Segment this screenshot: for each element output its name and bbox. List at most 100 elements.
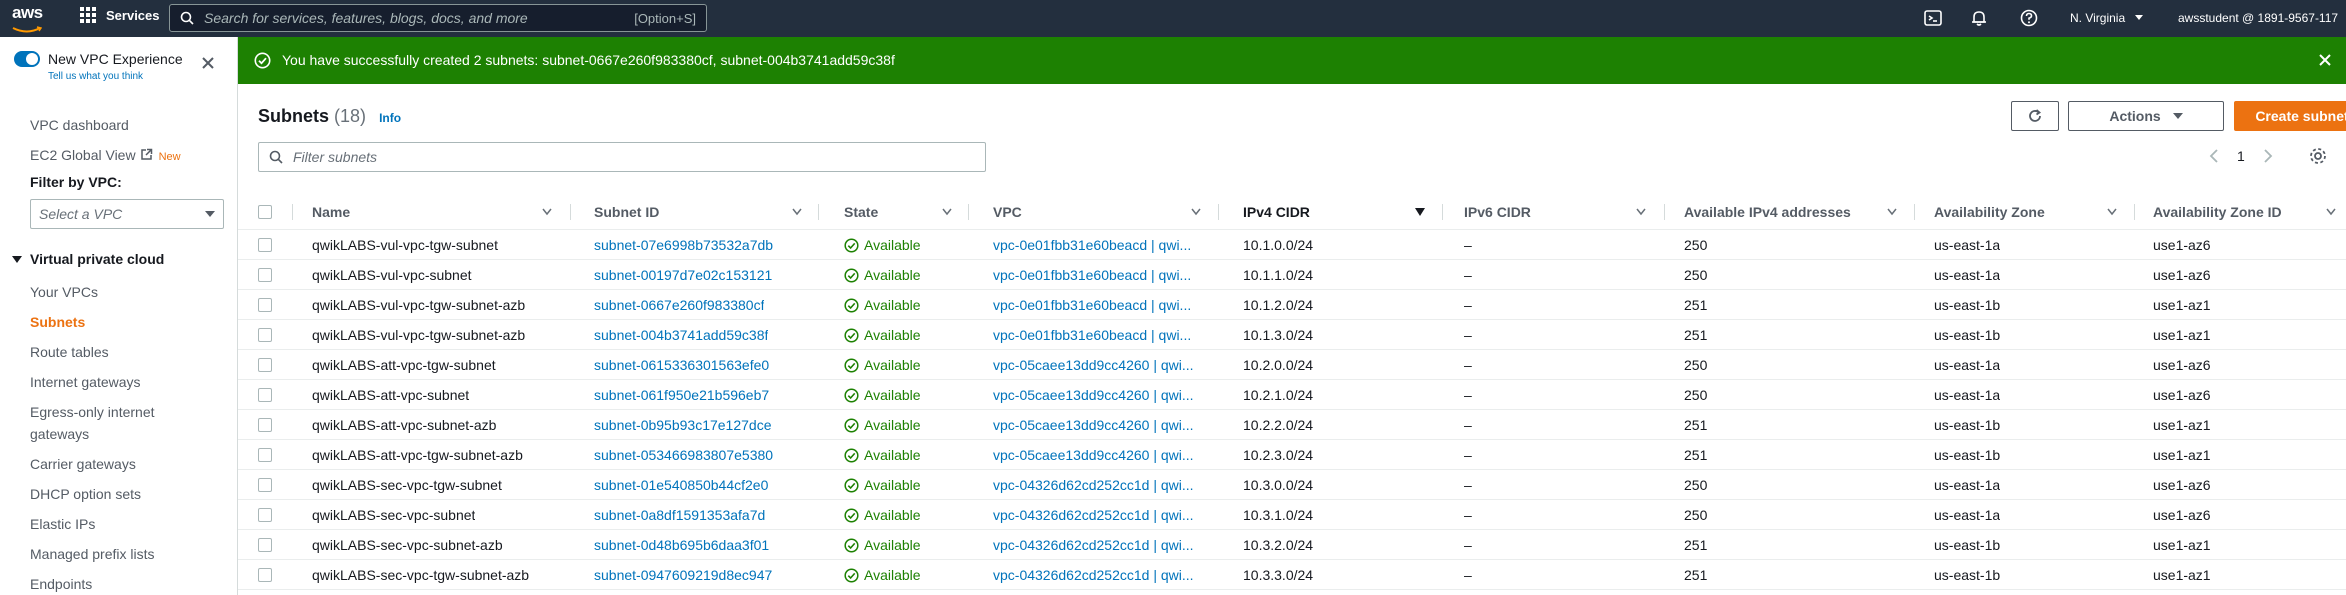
table-row[interactable]: qwikLABS-sec-vpc-subnet subnet-0a8df15913… [238,500,2346,530]
cell-subnet-id[interactable]: subnet-0a8df1591353afa7d [594,500,765,530]
aws-logo[interactable]: aws [12,4,50,33]
cell-vpc[interactable]: vpc-0e01fbb31e60beacd | qwi... [993,320,1208,350]
row-checkbox[interactable] [258,538,272,552]
table-row[interactable]: qwikLABS-vul-vpc-tgw-subnet-azb subnet-06… [238,290,2346,320]
services-menu[interactable]: Services [80,7,160,23]
table-row[interactable]: qwikLABS-att-vpc-tgw-subnet subnet-061533… [238,350,2346,380]
cell-vpc[interactable]: vpc-05caee13dd9cc4260 | qwi... [993,410,1208,440]
info-link[interactable]: Info [379,111,401,125]
cell-vpc[interactable]: vpc-0e01fbb31e60beacd | qwi... [993,290,1208,320]
cell-vpc[interactable]: vpc-04326d62cd252cc1d | qwi... [993,560,1208,590]
table-row[interactable]: qwikLABS-att-vpc-tgw-subnet-azb subnet-05… [238,440,2346,470]
help-icon[interactable] [2019,8,2039,28]
sidebar-item-egress-only-internet-gateways-line2[interactable]: gateways [30,426,89,442]
cell-subnet-id[interactable]: subnet-004b3741add59c38f [594,320,768,350]
sort-icon[interactable] [1636,208,1646,216]
column-header-vpc[interactable]: VPC [993,194,1022,230]
table-row[interactable]: qwikLABS-vul-vpc-tgw-subnet-azb subnet-00… [238,320,2346,350]
cell-vpc[interactable]: vpc-0e01fbb31e60beacd | qwi... [993,230,1208,260]
select-all-checkbox[interactable] [258,205,272,219]
column-header-subnet-id[interactable]: Subnet ID [594,194,659,230]
row-checkbox[interactable] [258,238,272,252]
row-checkbox[interactable] [258,328,272,342]
sidebar-item-carrier-gateways[interactable]: Carrier gateways [30,456,136,472]
sort-icon[interactable] [1191,208,1201,216]
sort-icon[interactable] [942,208,952,216]
previous-page-icon[interactable] [2208,148,2220,164]
bell-icon[interactable] [1969,8,1989,28]
row-checkbox[interactable] [258,358,272,372]
cell-subnet-id[interactable]: subnet-0d48b695b6daa3f01 [594,530,769,560]
column-header-state[interactable]: State [844,194,878,230]
cell-subnet-id[interactable]: subnet-0947609219d8ec947 [594,560,772,590]
cloudshell-icon[interactable] [1923,8,1943,28]
create-subnet-button[interactable]: Create subnet [2234,101,2346,131]
row-checkbox[interactable] [258,448,272,462]
cell-vpc[interactable]: vpc-05caee13dd9cc4260 | qwi... [993,350,1208,380]
toggle-switch[interactable] [14,51,40,67]
cell-subnet-id[interactable]: subnet-061f950e21b596eb7 [594,380,769,410]
filter-subnets-input[interactable]: Filter subnets [258,142,986,172]
table-row[interactable]: qwikLABS-att-vpc-subnet-azb subnet-0b95b9… [238,410,2346,440]
sidebar-item-internet-gateways[interactable]: Internet gateways [30,374,141,390]
table-row[interactable]: qwikLABS-sec-vpc-tgw-subnet subnet-01e540… [238,470,2346,500]
sort-icon[interactable] [542,208,552,216]
global-search-input[interactable]: Search for services, features, blogs, do… [169,4,707,32]
cell-vpc[interactable]: vpc-04326d62cd252cc1d | qwi... [993,470,1208,500]
row-checkbox[interactable] [258,268,272,282]
column-header-availability-zone[interactable]: Availability Zone [1934,194,2045,230]
sort-descending-icon[interactable] [1415,208,1425,216]
row-checkbox[interactable] [258,298,272,312]
feedback-link[interactable]: Tell us what you think [48,71,143,82]
column-header-availability-zone-id[interactable]: Availability Zone ID [2153,194,2282,230]
gear-icon[interactable] [2308,146,2328,166]
new-vpc-experience-toggle[interactable]: New VPC Experience [14,51,183,67]
cell-subnet-id[interactable]: subnet-00197d7e02c153121 [594,260,772,290]
table-row[interactable]: qwikLABS-sec-vpc-subnet-azb subnet-0d48b6… [238,530,2346,560]
cell-subnet-id[interactable]: subnet-0b95b93c17e127dce [594,410,772,440]
vpc-filter-select[interactable]: Select a VPC [30,199,224,229]
sidebar-item-vpc-dashboard[interactable]: VPC dashboard [30,117,129,133]
section-virtual-private-cloud[interactable]: Virtual private cloud [12,251,164,267]
row-checkbox[interactable] [258,418,272,432]
cell-vpc[interactable]: vpc-05caee13dd9cc4260 | qwi... [993,380,1208,410]
sidebar-item-route-tables[interactable]: Route tables [30,344,109,360]
column-header-ipv6-cidr[interactable]: IPv6 CIDR [1464,194,1531,230]
table-row[interactable]: qwikLABS-sec-vpc-tgw-subnet-azb subnet-09… [238,560,2346,590]
sort-icon[interactable] [792,208,802,216]
sidebar-item-egress-only-internet-gateways[interactable]: Egress-only internet [30,404,155,420]
cell-subnet-id[interactable]: subnet-01e540850b44cf2e0 [594,470,768,500]
sort-icon[interactable] [2107,208,2117,216]
row-checkbox[interactable] [258,388,272,402]
table-row[interactable]: qwikLABS-att-vpc-subnet subnet-061f950e21… [238,380,2346,410]
region-selector[interactable]: N. Virginia [2070,11,2144,25]
cell-subnet-id[interactable]: subnet-0667e260f983380cf [594,290,764,320]
cell-subnet-id[interactable]: subnet-0615336301563efe0 [594,350,769,380]
cell-vpc[interactable]: vpc-04326d62cd252cc1d | qwi... [993,530,1208,560]
row-checkbox[interactable] [258,568,272,582]
cell-subnet-id[interactable]: subnet-053466983807e5380 [594,440,773,470]
actions-button[interactable]: Actions [2068,101,2224,131]
sidebar-item-dhcp-option-sets[interactable]: DHCP option sets [30,486,141,502]
table-row[interactable]: qwikLABS-vul-vpc-tgw-subnet subnet-07e699… [238,230,2346,260]
column-header-available-ipv4[interactable]: Available IPv4 addresses [1684,194,1851,230]
column-header-ipv4-cidr[interactable]: IPv4 CIDR [1243,194,1310,230]
sidebar-item-managed-prefix-lists[interactable]: Managed prefix lists [30,546,155,562]
current-page[interactable]: 1 [2237,148,2245,164]
next-page-icon[interactable] [2262,148,2274,164]
close-icon[interactable] [200,55,216,71]
row-checkbox[interactable] [258,508,272,522]
cell-subnet-id[interactable]: subnet-07e6998b73532a7db [594,230,773,260]
sort-icon[interactable] [2326,208,2336,216]
sidebar-item-ec2-global-view[interactable]: EC2 Global View New [30,147,181,163]
sidebar-item-elastic-ips[interactable]: Elastic IPs [30,516,95,532]
sidebar-item-endpoints[interactable]: Endpoints [30,576,92,592]
sort-icon[interactable] [1887,208,1897,216]
table-row[interactable]: qwikLABS-vul-vpc-subnet subnet-00197d7e02… [238,260,2346,290]
row-checkbox[interactable] [258,478,272,492]
cell-vpc[interactable]: vpc-0e01fbb31e60beacd | qwi... [993,260,1208,290]
dismiss-close-icon[interactable] [2318,53,2332,67]
sidebar-item-subnets[interactable]: Subnets [30,314,85,330]
sidebar-item-your-vpcs[interactable]: Your VPCs [30,284,98,300]
account-menu[interactable]: awsstudent @ 1891-9567-117 [2178,11,2338,25]
